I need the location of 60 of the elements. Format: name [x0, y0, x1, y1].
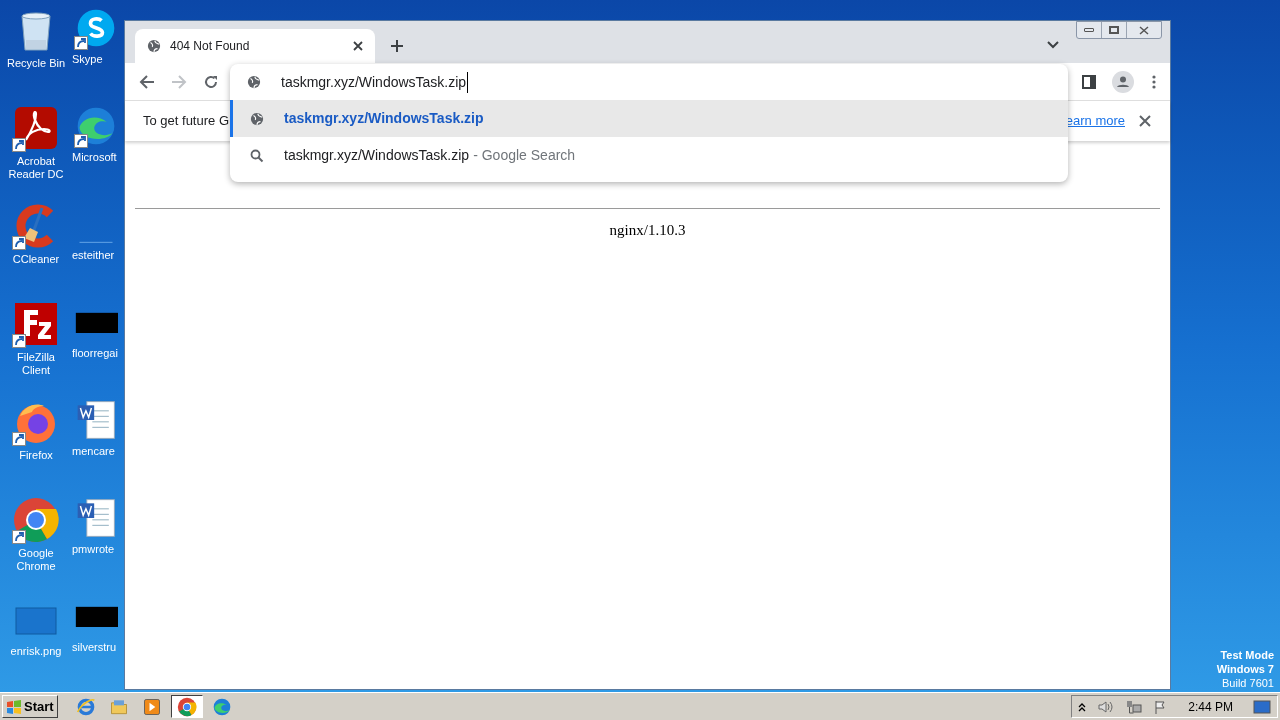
restore-icon	[1109, 26, 1119, 34]
icon-label[interactable]: Recycle Bin	[4, 57, 68, 70]
minimize-icon	[1084, 28, 1094, 32]
search-icon	[250, 148, 264, 163]
filezilla-icon[interactable]	[12, 300, 60, 348]
icon-label[interactable]: Google Chrome	[0, 547, 72, 573]
icon-label[interactable]: Acrobat Reader DC	[0, 155, 72, 181]
network-icon[interactable]	[1126, 699, 1143, 714]
server-signature: nginx/1.10.3	[609, 221, 686, 240]
icon-label[interactable]: pmwrote	[72, 543, 115, 556]
media-player-icon	[141, 696, 162, 717]
profile-icon[interactable]	[1112, 70, 1134, 93]
chrome-icon[interactable]	[12, 496, 60, 544]
shortcut-arrow-icon	[12, 432, 26, 446]
shortcut-arrow-icon	[12, 236, 26, 250]
taskbar-button[interactable]	[170, 695, 203, 718]
show-desktop-icon[interactable]	[1253, 699, 1271, 714]
close-icon	[1139, 25, 1149, 35]
start-button[interactable]: Start	[2, 695, 58, 718]
menu-icon[interactable]	[1152, 74, 1156, 89]
os-watermark-text: Windows 7	[1216, 662, 1274, 676]
chevron-up-icon[interactable]	[1078, 701, 1087, 712]
icon-label[interactable]: silverstru	[72, 641, 116, 654]
browser-tab[interactable]: 404 Not Found	[135, 29, 375, 63]
icon-label[interactable]: Microsoft	[72, 151, 117, 164]
shortcut-arrow-icon	[74, 36, 88, 50]
icon-label[interactable]: mencare	[72, 445, 115, 458]
clock[interactable]: 2:44 PM	[1188, 697, 1233, 716]
internet-explorer-icon	[75, 696, 96, 717]
reload-icon[interactable]	[203, 73, 219, 90]
close-tab-icon[interactable]	[353, 41, 363, 51]
speaker-icon[interactable]	[1098, 699, 1115, 714]
os-watermark-text: Build 7601	[1222, 676, 1274, 690]
icon-label[interactable]: floorregai	[72, 347, 118, 360]
suggestion-row[interactable]: taskmgr.xyz/WindowsTask.zip	[230, 100, 1068, 137]
address-field[interactable]: taskmgr.xyz/WindowsTask.zip	[230, 64, 1068, 100]
globe-icon	[247, 75, 261, 89]
globe-icon	[147, 39, 161, 53]
shortcut-arrow-icon	[74, 134, 88, 148]
icon-label[interactable]: Skype	[72, 53, 103, 66]
globe-icon	[250, 111, 264, 126]
icon-label[interactable]: Firefox	[17, 449, 55, 462]
shortcut-arrow-icon	[12, 530, 26, 544]
back-icon[interactable]	[139, 73, 155, 90]
chevron-down-icon[interactable]	[1047, 41, 1059, 49]
icon-label[interactable]: CCleaner	[10, 253, 62, 266]
info-bar-message: To get future G	[143, 112, 229, 131]
suggestion-row[interactable]: taskmgr.xyz/WindowsTask.zip - Google Search	[230, 137, 1068, 174]
icon-label[interactable]: enrisk.png	[8, 645, 64, 658]
shortcut-arrow-icon	[12, 138, 26, 152]
os-watermark-text: Test Mode	[1220, 648, 1274, 662]
shortcut-arrow-icon	[12, 334, 26, 348]
icon-label[interactable]: FileZilla Client	[0, 351, 72, 377]
close-icon[interactable]	[1139, 115, 1151, 127]
acrobat-icon[interactable]	[12, 104, 60, 152]
side-panel-icon[interactable]	[1082, 74, 1096, 89]
edge-icon	[211, 696, 232, 717]
chrome-icon	[176, 696, 197, 717]
windows-logo-icon	[6, 698, 22, 715]
icon-label[interactable]: esteither	[72, 249, 115, 262]
